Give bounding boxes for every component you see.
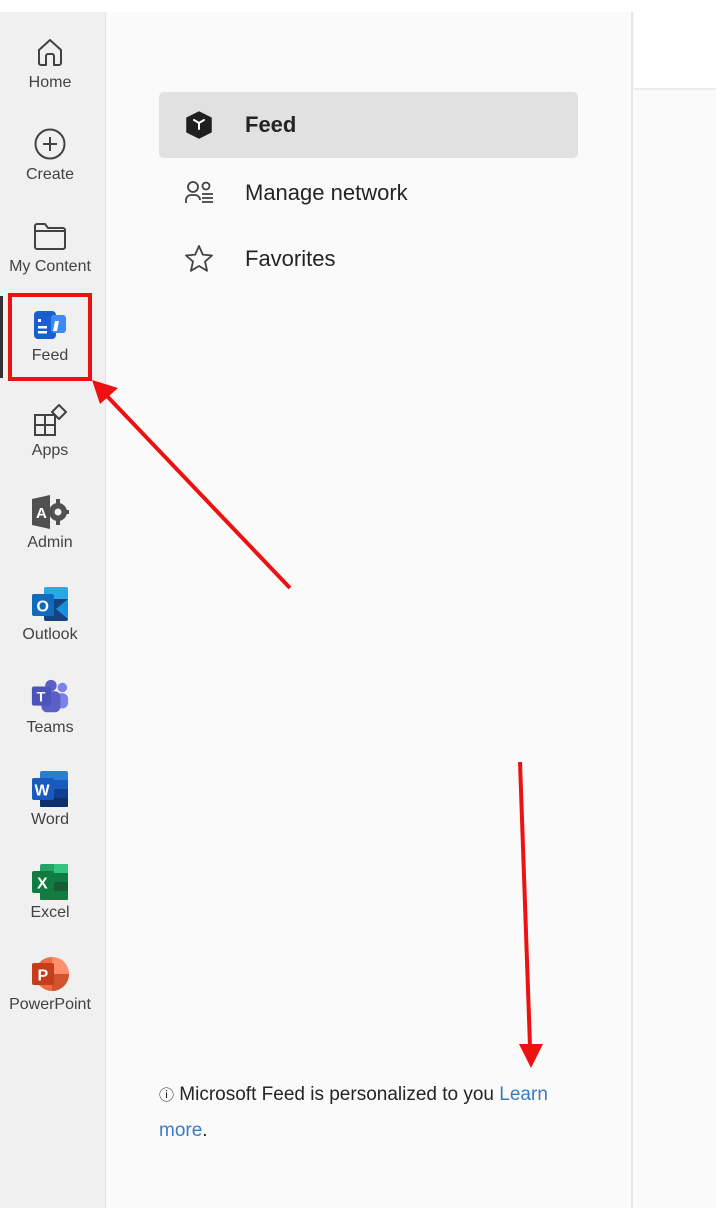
rail-label-admin: Admin <box>27 534 73 551</box>
rail-label-create: Create <box>25 166 75 183</box>
word-icon: W <box>30 769 70 809</box>
people-list-icon <box>183 177 215 209</box>
rail-item-apps[interactable]: Apps <box>0 388 100 476</box>
personalization-note: ⓘ Microsoft Feed is personalized to you … <box>159 1077 579 1148</box>
top-strip <box>0 0 716 12</box>
folder-icon <box>30 216 70 256</box>
rail-label-outlook: Outlook <box>22 626 78 643</box>
svg-text:X: X <box>37 876 48 893</box>
rail-label-powerpoint: PowerPoint <box>9 996 91 1013</box>
rail-item-feed[interactable]: Feed <box>8 293 92 381</box>
apps-icon <box>30 400 70 440</box>
svg-text:P: P <box>38 968 49 985</box>
rail-item-word[interactable]: W Word <box>0 757 100 845</box>
svg-text:W: W <box>35 783 51 800</box>
feed-icon <box>30 305 70 345</box>
nav-item-feed[interactable]: Feed <box>159 92 578 158</box>
active-indicator <box>0 296 3 378</box>
rail-item-teams[interactable]: T Teams <box>0 665 100 753</box>
rail-item-create[interactable]: Create <box>0 112 100 200</box>
personalization-text: Microsoft Feed is personalized to you <box>179 1084 495 1105</box>
home-icon <box>30 32 70 72</box>
rail-label-my-content: My Content <box>9 258 91 275</box>
admin-icon: A <box>30 492 70 532</box>
add-circle-icon <box>30 124 70 164</box>
rail-label-teams: Teams <box>26 719 74 736</box>
rail-item-powerpoint[interactable]: P PowerPoint <box>0 942 100 1030</box>
rail-label-feed: Feed <box>31 347 69 364</box>
nav-item-manage-network[interactable]: Manage network <box>159 160 578 226</box>
feed-nav-panel: Feed Manage network Favorites ⓘ Microsof… <box>106 12 633 1208</box>
rail-item-my-content[interactable]: My Content <box>0 204 100 292</box>
rail-item-admin[interactable]: A Admin <box>0 480 100 568</box>
rail-label-apps: Apps <box>31 442 69 459</box>
svg-text:O: O <box>37 599 49 616</box>
rail-label-word: Word <box>31 811 69 828</box>
content-header-card <box>634 12 716 90</box>
powerpoint-icon: P <box>30 954 70 994</box>
teams-icon: T <box>30 677 70 717</box>
svg-text:A: A <box>36 505 47 522</box>
rail-item-outlook[interactable]: O Outlook <box>0 572 100 660</box>
rail-item-home[interactable]: Home <box>0 20 100 108</box>
outlook-icon: O <box>30 584 70 624</box>
nav-label-manage-network: Manage network <box>245 180 408 205</box>
trailing-period: . <box>202 1120 208 1141</box>
excel-icon: X <box>30 862 70 902</box>
svg-text:T: T <box>37 690 46 706</box>
info-icon: ⓘ <box>159 1087 175 1104</box>
nav-label-feed: Feed <box>245 112 297 137</box>
rail-label-excel: Excel <box>30 904 70 921</box>
star-icon <box>183 243 215 275</box>
nav-label-favorites: Favorites <box>245 246 336 271</box>
nav-item-favorites[interactable]: Favorites <box>159 226 578 292</box>
cube-icon <box>183 109 215 141</box>
rail-label-home: Home <box>28 74 72 91</box>
rail-item-excel[interactable]: X Excel <box>0 850 100 938</box>
